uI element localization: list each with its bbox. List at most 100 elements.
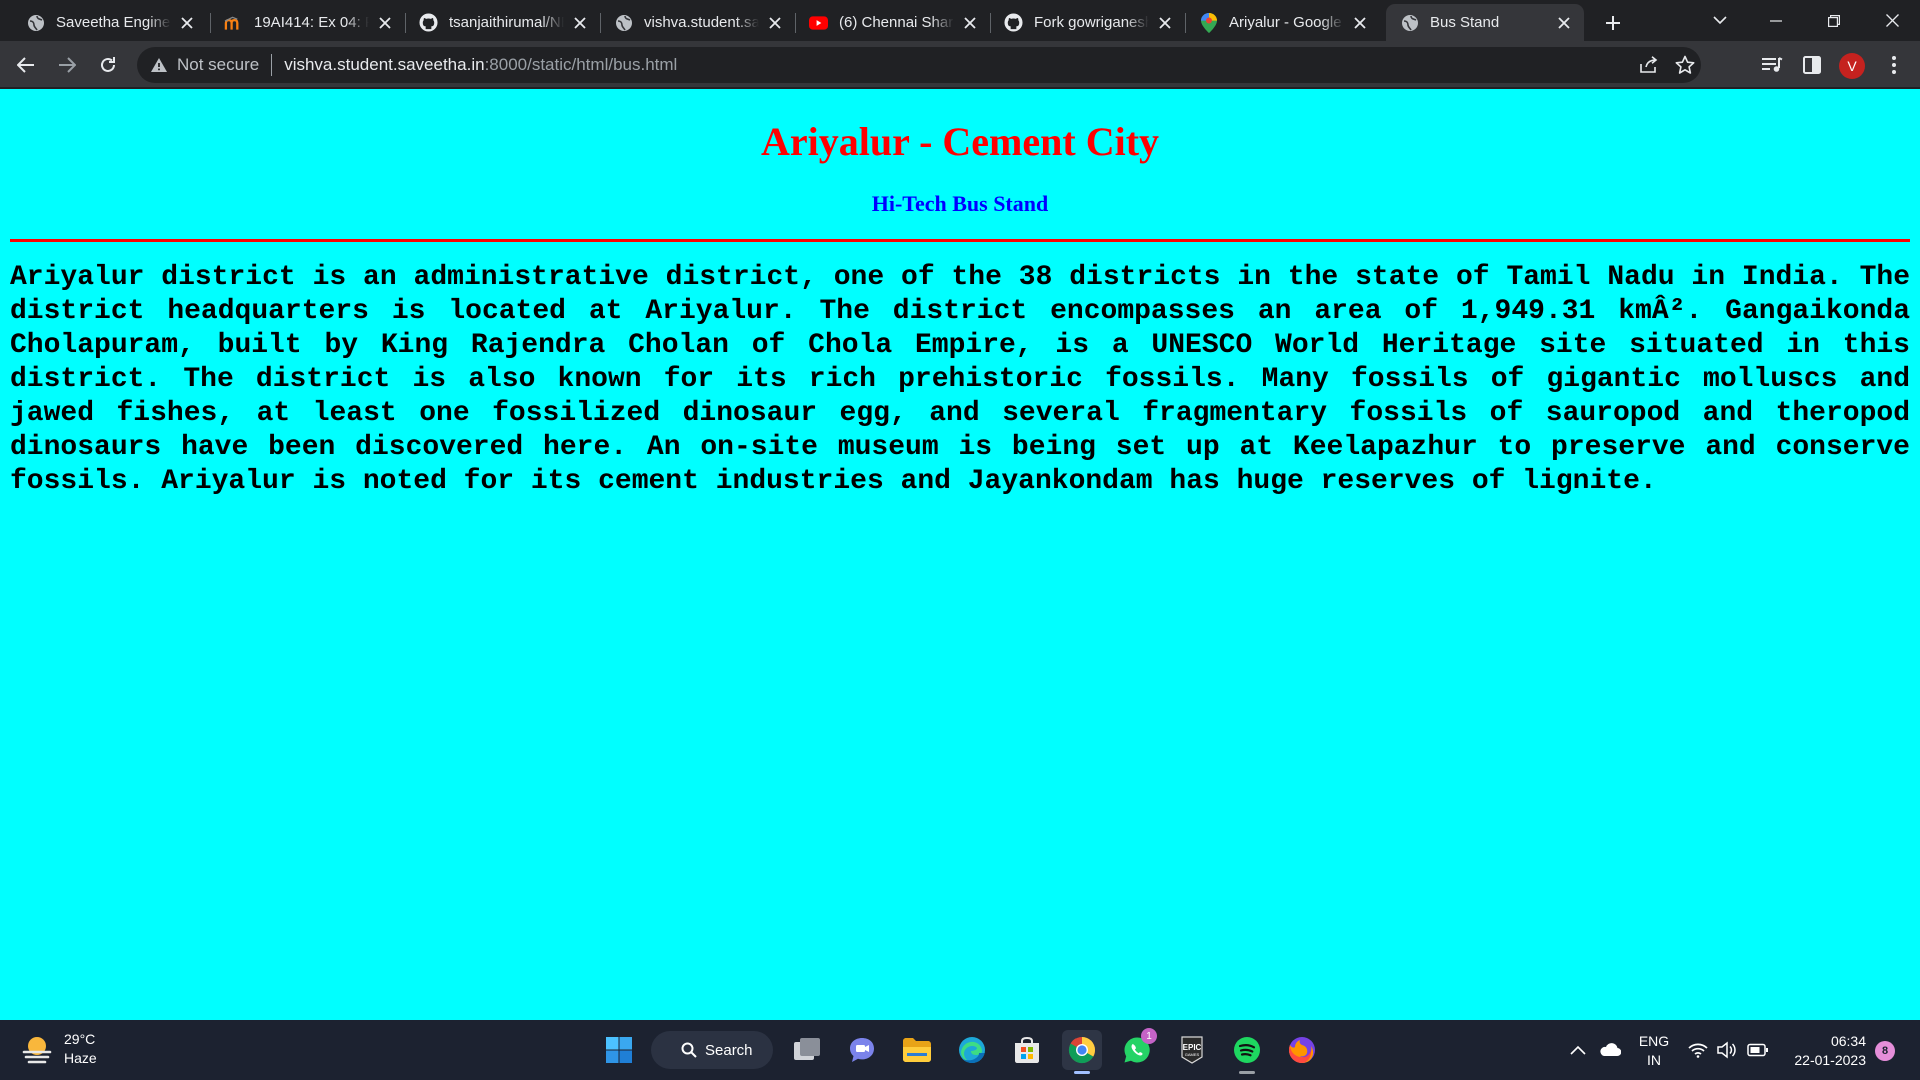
- clock-time: 06:34: [1830, 1033, 1866, 1049]
- youtube-icon: [809, 13, 828, 32]
- tab-github-tsanjaithirumal[interactable]: tsanjaithirumal/NEWS: [405, 4, 600, 41]
- svg-text:GAMES: GAMES: [1185, 1052, 1200, 1057]
- close-tab-icon[interactable]: [570, 13, 590, 33]
- volume-icon[interactable]: [1714, 1038, 1738, 1062]
- description-paragraph: Ariyalur district is an administrative d…: [10, 262, 1910, 497]
- tab-title: Bus Stand: [1430, 14, 1500, 31]
- close-tab-icon[interactable]: [765, 13, 785, 33]
- url-host: vishva.student.saveetha.in: [284, 55, 485, 74]
- plus-icon: [1606, 16, 1620, 30]
- page-title: Ariyalur - Cement City: [760, 119, 1160, 164]
- file-explorer-button[interactable]: [897, 1030, 937, 1070]
- page-subtitle: Hi-Tech Bus Stand: [871, 191, 1049, 216]
- close-tab-icon[interactable]: [1350, 13, 1370, 33]
- windows-taskbar: 29°C Haze Search 1 EPIC GAMES ENG IN 06:…: [0, 1020, 1920, 1080]
- globe-icon: [1400, 13, 1419, 32]
- reload-icon: [101, 57, 115, 72]
- close-tab-icon[interactable]: [960, 13, 980, 33]
- spotify-button[interactable]: [1227, 1030, 1267, 1074]
- store-icon: [1015, 1037, 1039, 1063]
- restore-icon: [1828, 14, 1840, 27]
- spotify-icon: [1234, 1037, 1260, 1063]
- tab-title: (6) Chennai Sharks: [839, 14, 954, 31]
- teams-chat-button[interactable]: [842, 1030, 882, 1070]
- task-view-icon: [794, 1038, 820, 1060]
- tab-title: 19AI414: Ex 04: Plot: [254, 14, 369, 31]
- taskbar-clock[interactable]: 06:34 22-01-2023: [1786, 1032, 1866, 1070]
- chrome-icon: [1068, 1037, 1096, 1064]
- tab-moodle-exercise[interactable]: 19AI414: Ex 04: Plot: [210, 4, 405, 41]
- input-language-indicator[interactable]: ENG IN: [1636, 1032, 1672, 1070]
- horizontal-rule: [10, 239, 1910, 242]
- globe-icon: [614, 13, 633, 32]
- globe-icon: [26, 13, 45, 32]
- media-control-icon[interactable]: [1758, 51, 1786, 79]
- kebab-menu-icon[interactable]: [1880, 51, 1908, 79]
- tab-title: Fork gowriganesh: [1034, 14, 1149, 31]
- maps-pin-icon: [1199, 12, 1218, 33]
- tab-search-button[interactable]: [1692, 0, 1748, 41]
- whatsapp-badge: 1: [1141, 1028, 1157, 1044]
- restore-button[interactable]: [1806, 0, 1862, 41]
- tab-bus-stand[interactable]: Bus Stand: [1386, 4, 1584, 41]
- epic-games-icon: EPICGAMES: [1181, 1036, 1203, 1064]
- bookmark-star-icon[interactable]: [1673, 53, 1697, 77]
- minimize-icon: [1770, 19, 1782, 22]
- reload-button[interactable]: [92, 49, 124, 81]
- task-view-button[interactable]: [787, 1030, 827, 1070]
- microsoft-store-button[interactable]: [1007, 1030, 1047, 1070]
- tab-strip: Saveetha Engineering College 19AI414: Ex…: [0, 0, 1920, 41]
- close-tab-icon[interactable]: [1155, 13, 1175, 33]
- web-page: Ariyalur - Cement City Hi-Tech Bus Stand…: [0, 89, 1920, 1020]
- url-path: :8000/static/html/bus.html: [484, 55, 678, 74]
- whatsapp-button[interactable]: 1: [1117, 1028, 1157, 1070]
- weather-description: Haze: [64, 1050, 97, 1066]
- github-icon: [1004, 13, 1023, 32]
- notification-count-badge[interactable]: 8: [1875, 1041, 1895, 1061]
- tab-google-maps-ariyalur[interactable]: Ariyalur - Google Maps: [1185, 4, 1380, 41]
- warning-icon[interactable]: [149, 55, 169, 75]
- close-window-button[interactable]: [1864, 0, 1920, 41]
- show-hidden-icons-button[interactable]: [1566, 1038, 1590, 1062]
- tab-title: Saveetha Engineering College: [56, 14, 171, 31]
- tab-youtube-chennai-sharks[interactable]: (6) Chennai Sharks: [795, 4, 990, 41]
- close-tab-icon[interactable]: [177, 13, 197, 33]
- tab-vishva-student[interactable]: vishva.student.saveetha.in: [600, 4, 795, 41]
- teams-chat-icon: [850, 1038, 874, 1062]
- new-tab-button[interactable]: [1598, 8, 1628, 38]
- battery-icon[interactable]: [1746, 1038, 1770, 1062]
- windows-logo-icon: [606, 1037, 632, 1063]
- clock-date: 22-01-2023: [1794, 1052, 1866, 1068]
- back-button[interactable]: [10, 49, 42, 81]
- forward-button[interactable]: [51, 49, 83, 81]
- share-icon[interactable]: [1637, 53, 1661, 77]
- folder-icon: [903, 1038, 931, 1062]
- browser-toolbar: Not secure vishva.student.saveetha.in:80…: [0, 41, 1920, 88]
- close-icon: [1885, 14, 1899, 27]
- edge-icon: [959, 1037, 985, 1063]
- start-button[interactable]: [599, 1030, 639, 1070]
- minimize-button[interactable]: [1748, 0, 1804, 41]
- moodle-icon: [224, 13, 243, 32]
- firefox-button[interactable]: [1282, 1030, 1322, 1070]
- tab-github-fork[interactable]: Fork gowriganesh: [990, 4, 1185, 41]
- wifi-icon[interactable]: [1686, 1038, 1710, 1062]
- not-secure-label[interactable]: Not secure: [177, 55, 259, 75]
- profile-avatar[interactable]: V: [1839, 53, 1865, 79]
- epic-games-button[interactable]: EPIC GAMES: [1172, 1030, 1212, 1070]
- taskbar-search[interactable]: Search: [651, 1031, 773, 1069]
- tab-title: Ariyalur - Google Maps: [1229, 14, 1344, 31]
- edge-button[interactable]: [952, 1030, 992, 1070]
- weather-widget[interactable]: 29°C Haze: [20, 1030, 97, 1068]
- svg-text:EPIC: EPIC: [1183, 1043, 1202, 1052]
- side-panel-icon[interactable]: [1798, 51, 1826, 79]
- tab-saveetha[interactable]: Saveetha Engineering College: [12, 4, 207, 41]
- tab-title: tsanjaithirumal/NEWS: [449, 14, 564, 31]
- chrome-button[interactable]: [1062, 1030, 1102, 1074]
- close-tab-icon[interactable]: [1554, 13, 1574, 33]
- address-bar[interactable]: Not secure vishva.student.saveetha.in:80…: [137, 47, 1701, 83]
- haze-sun-icon: [22, 1037, 52, 1064]
- onedrive-icon[interactable]: [1598, 1038, 1622, 1062]
- close-tab-icon[interactable]: [375, 13, 395, 33]
- github-icon: [419, 13, 438, 32]
